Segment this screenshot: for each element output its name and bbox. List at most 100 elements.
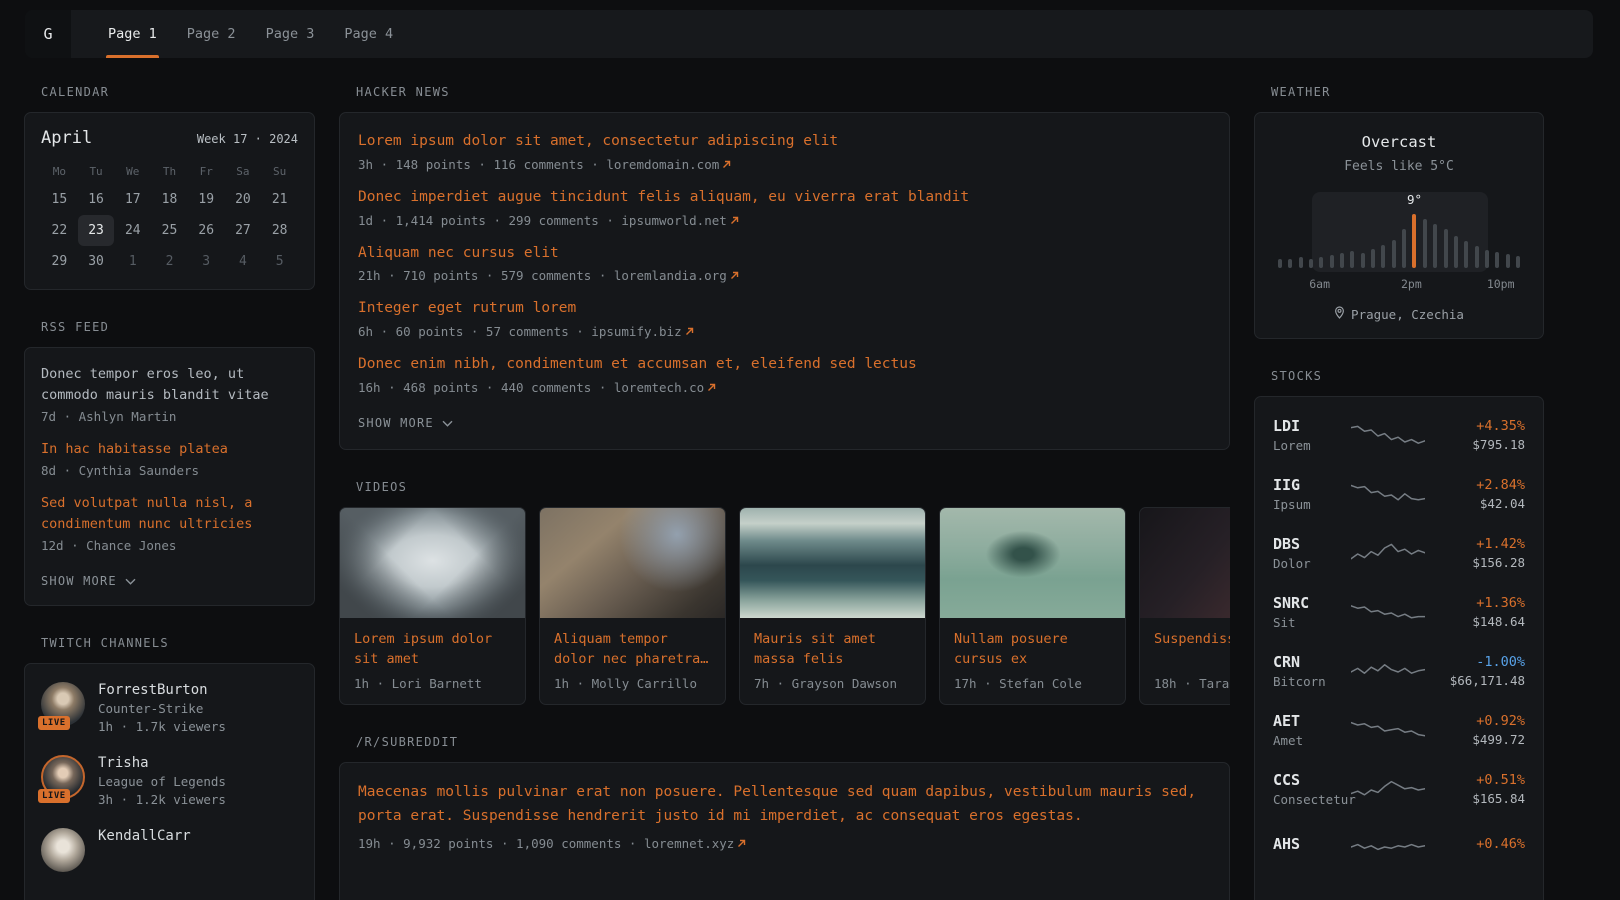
stock-info: CRN Bitcorn	[1273, 653, 1351, 689]
post-domain[interactable]: loremnet.xyz	[644, 836, 734, 851]
weather-section-title: WEATHER	[1271, 85, 1544, 99]
stock-ticker: AHS	[1273, 835, 1351, 853]
rss-item-title[interactable]: Sed volutpat nulla nisl, a condimentum n…	[41, 493, 298, 535]
calendar-day: 16	[78, 184, 115, 215]
weather-time-axis: 6am 2pm 10pm	[1275, 277, 1523, 292]
video-title[interactable]: Mauris sit amet massa felis	[754, 629, 911, 670]
stock-info: IIG Ipsum	[1273, 476, 1351, 512]
stock-name: Amet	[1273, 733, 1351, 748]
app-logo[interactable]: G	[25, 10, 71, 58]
stock-info: SNRC Sit	[1273, 594, 1351, 630]
twitch-channel[interactable]: LIVE ForrestBurton Counter-Strike 1h · 1…	[41, 682, 298, 734]
calendar-day: 1	[114, 246, 151, 277]
channel-name[interactable]: KendallCarr	[98, 828, 191, 844]
time-label: 6am	[1309, 277, 1330, 291]
video-meta: 18h · Tara	[1154, 676, 1230, 691]
map-pin-icon	[1334, 306, 1345, 322]
external-link-icon	[737, 836, 746, 851]
rss-section-title: RSS FEED	[41, 320, 315, 334]
topbar: G Page 1 Page 2 Page 3 Page 4	[25, 10, 1593, 58]
stock-price: $156.28	[1427, 555, 1525, 570]
story-title[interactable]: Integer eget rutrum lorem	[358, 298, 1211, 320]
calendar-day: 19	[188, 184, 225, 215]
weather-bar	[1402, 229, 1406, 268]
video-title[interactable]: Suspendisse diam	[1154, 629, 1230, 670]
story-item: Donec enim nibh, condimentum et accumsan…	[358, 354, 1211, 395]
post-title[interactable]: Maecenas mollis pulvinar erat non posuer…	[358, 781, 1211, 829]
tab-page-2[interactable]: Page 2	[172, 10, 251, 58]
video-card[interactable]: Aliquam tempor dolor nec pharetra… 1h · …	[539, 507, 726, 705]
video-card[interactable]: Suspendisse diam 18h · Tara	[1139, 507, 1230, 705]
story-domain[interactable]: loremtech.co	[614, 380, 704, 395]
tab-page-3[interactable]: Page 3	[251, 10, 330, 58]
calendar-day: 22	[41, 215, 78, 246]
tab-page-4[interactable]: Page 4	[329, 10, 408, 58]
calendar-dow-label: Tu	[78, 158, 115, 184]
story-title[interactable]: Donec imperdiet augue tincidunt felis al…	[358, 187, 1211, 209]
stock-change: +1.42%	[1427, 536, 1525, 552]
weather-bar	[1464, 241, 1468, 268]
stock-row: CRN Bitcorn -1.00% $66,171.48	[1273, 641, 1525, 700]
twitch-channel[interactable]: KendallCarr	[41, 828, 298, 872]
stock-ticker: CCS	[1273, 771, 1351, 789]
calendar-day: 25	[151, 215, 188, 246]
stock-row: AHS +0.46%	[1273, 818, 1525, 873]
rss-item-meta: 7d · Ashlyn Martin	[41, 409, 298, 424]
video-info: Suspendisse diam 18h · Tara	[1140, 618, 1230, 704]
video-card[interactable]: Lorem ipsum dolor sit amet consectetu… 1…	[339, 507, 526, 705]
stock-name: Consectetur	[1273, 792, 1351, 807]
tab-page-1[interactable]: Page 1	[93, 10, 172, 58]
rss-item[interactable]: Sed volutpat nulla nisl, a condimentum n…	[41, 493, 298, 553]
calendar-day: 28	[261, 215, 298, 246]
weather-bar	[1278, 259, 1282, 268]
story-meta: 6h · 60 points · 57 comments · ipsumify.…	[358, 324, 1211, 339]
stock-ticker: DBS	[1273, 535, 1351, 553]
stock-change: -1.00%	[1427, 654, 1525, 670]
channel-game: League of Legends	[98, 774, 226, 789]
channel-avatar: LIVE	[41, 682, 85, 726]
video-card[interactable]: Mauris sit amet massa felis 7h · Grayson…	[739, 507, 926, 705]
subreddit-widget: Maecenas mollis pulvinar erat non posuer…	[339, 762, 1230, 900]
hackernews-show-more-button[interactable]: SHOW MORE	[358, 416, 453, 430]
calendar-dow-label: We	[114, 158, 151, 184]
channel-info: KendallCarr	[98, 828, 191, 872]
rss-item-title[interactable]: Donec tempor eros leo, ut commodo mauris…	[41, 364, 298, 406]
subreddit-section-title: /R/SUBREDDIT	[356, 735, 1230, 749]
video-meta: 1h · Molly Carrillo	[554, 676, 711, 691]
calendar-day: 20	[225, 184, 262, 215]
story-domain[interactable]: loremdomain.com	[606, 157, 719, 172]
rss-item-title[interactable]: In hac habitasse platea	[41, 439, 298, 460]
dashboard-page: G Page 1 Page 2 Page 3 Page 4 CALENDAR A…	[0, 10, 1620, 900]
channel-name[interactable]: Trisha	[98, 755, 226, 771]
story-title[interactable]: Donec enim nibh, condimentum et accumsan…	[358, 354, 1211, 376]
calendar-day: 4	[225, 246, 262, 277]
story-title[interactable]: Aliquam nec cursus elit	[358, 243, 1211, 265]
story-domain[interactable]: ipsumify.biz	[591, 324, 681, 339]
video-title[interactable]: Aliquam tempor dolor nec pharetra…	[554, 629, 711, 670]
rss-item[interactable]: Donec tempor eros leo, ut commodo mauris…	[41, 364, 298, 424]
video-thumbnail	[940, 508, 1125, 618]
stock-change: +0.92%	[1427, 713, 1525, 729]
calendar-day: 21	[261, 184, 298, 215]
stock-name: Ipsum	[1273, 497, 1351, 512]
story-title[interactable]: Lorem ipsum dolor sit amet, consectetur …	[358, 131, 1211, 153]
rss-show-more-button[interactable]: SHOW MORE	[41, 574, 136, 588]
video-card[interactable]: Nullam posuere cursus ex 17h · Stefan Co…	[939, 507, 1126, 705]
calendar-day: 29	[41, 246, 78, 277]
video-info: Lorem ipsum dolor sit amet consectetu… 1…	[340, 618, 525, 704]
twitch-channel[interactable]: LIVE Trisha League of Legends 3h · 1.2k …	[41, 755, 298, 807]
video-title[interactable]: Lorem ipsum dolor sit amet consectetu…	[354, 629, 511, 670]
rss-item[interactable]: In hac habitasse platea 8d · Cynthia Sau…	[41, 439, 298, 478]
story-domain[interactable]: loremlandia.org	[614, 268, 727, 283]
stock-info: DBS Dolor	[1273, 535, 1351, 571]
stock-sparkline	[1351, 714, 1427, 746]
channel-game: Counter-Strike	[98, 701, 226, 716]
story-domain[interactable]: ipsumworld.net	[621, 213, 726, 228]
stock-row: IIG Ipsum +2.84% $42.04	[1273, 464, 1525, 523]
weather-bar	[1309, 259, 1313, 268]
external-link-icon	[685, 324, 694, 339]
video-title[interactable]: Nullam posuere cursus ex	[954, 629, 1111, 670]
channel-name[interactable]: ForrestBurton	[98, 682, 226, 698]
stock-ticker: LDI	[1273, 417, 1351, 435]
weather-condition: Overcast	[1273, 133, 1525, 151]
